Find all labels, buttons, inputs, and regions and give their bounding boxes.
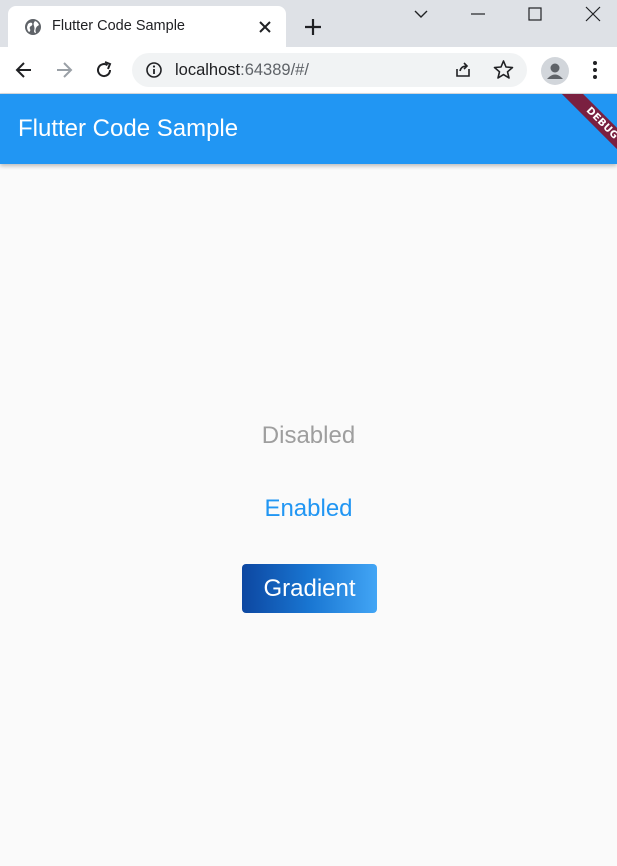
person-icon — [547, 63, 563, 79]
url-path: :64389/#/ — [240, 61, 309, 79]
url-text[interactable]: localhost:64389/#/ — [175, 61, 309, 80]
debug-banner: DEBUG — [561, 94, 617, 164]
app-bar: Flutter Code Sample DEBUG — [0, 94, 617, 164]
page-title: Flutter Code Sample — [18, 115, 239, 142]
url-host: localhost — [175, 61, 241, 79]
chevron-down-icon[interactable] — [411, 4, 431, 24]
gradient-button[interactable]: Gradient — [242, 564, 377, 613]
star-icon[interactable] — [493, 59, 514, 80]
enabled-button[interactable]: Enabled — [0, 495, 617, 523]
minimize-icon[interactable] — [468, 4, 488, 24]
info-icon[interactable] — [145, 61, 163, 79]
tab-title: Flutter Code Sample — [52, 18, 185, 34]
close-window-icon[interactable] — [583, 4, 603, 24]
profile-avatar[interactable] — [541, 57, 569, 85]
new-tab-icon[interactable] — [302, 16, 324, 38]
forward-arrow-icon[interactable] — [53, 59, 75, 81]
disabled-button: Disabled — [261, 422, 356, 449]
back-arrow-icon[interactable] — [13, 59, 35, 81]
browser-toolbar: localhost:64389/#/ — [0, 47, 617, 94]
globe-icon — [25, 19, 41, 35]
share-icon[interactable] — [453, 60, 473, 80]
browser-tab-strip: Flutter Code Sample — [0, 0, 617, 47]
maximize-icon[interactable] — [525, 4, 545, 24]
reload-icon[interactable] — [93, 59, 115, 81]
address-bar[interactable]: localhost:64389/#/ — [132, 53, 527, 87]
close-icon[interactable] — [256, 18, 274, 36]
app-body: Disabled Enabled Gradient — [0, 164, 617, 866]
more-vert-icon[interactable] — [584, 59, 606, 81]
browser-tab[interactable]: Flutter Code Sample — [8, 6, 286, 47]
